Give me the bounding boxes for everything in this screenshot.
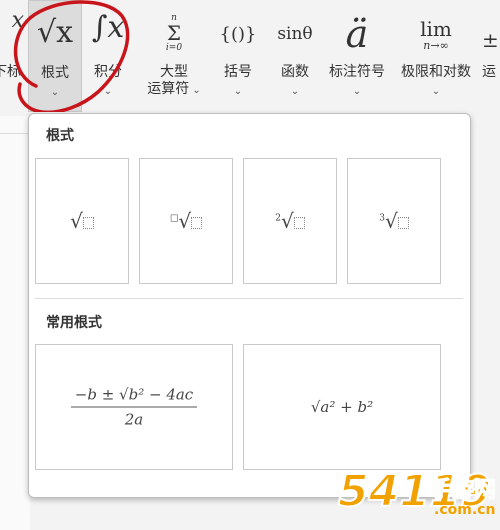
radical-icon: √x xyxy=(36,15,74,50)
ribbon-operator-button[interactable]: ± 运 xyxy=(482,0,500,112)
chevron-down-icon: ⌄ xyxy=(290,86,300,97)
divider xyxy=(0,133,30,134)
limit-icon: lim n→∞ xyxy=(394,18,478,70)
ribbon-accent-label: 标注符号 xyxy=(329,64,385,80)
square-root-degree-icon: 2√ xyxy=(244,209,336,233)
radical-gallery-panel: 根式 √ □√ 2√ 3√ 常用根式 −b ± √b² − 4ac 2a √a²… xyxy=(28,113,471,498)
summation-icon: n Σ i=0 xyxy=(140,14,208,66)
ribbon-integral-label: 积分 xyxy=(94,64,122,80)
tile-square-root[interactable]: √ xyxy=(35,158,129,284)
summation-sigma: Σ xyxy=(166,21,182,45)
ribbon-integral-button[interactable]: ∫x 积分 ⌄ xyxy=(84,0,132,112)
chevron-down-icon: ⌄ xyxy=(233,86,243,97)
ribbon-bracket-label: 括号 xyxy=(224,64,252,80)
square-root-icon: √ xyxy=(36,209,128,233)
tile-quadratic-formula[interactable]: −b ± √b² − 4ac 2a xyxy=(35,344,233,470)
formula-numerator: −b ± √b² − 4ac xyxy=(70,386,198,408)
ribbon-subscript-label: 下标 xyxy=(0,64,21,80)
quadratic-formula: −b ± √b² − 4ac 2a xyxy=(36,386,232,429)
watermark-domain: .com.cn xyxy=(434,502,496,518)
cube-root-icon: 3√ xyxy=(348,209,440,233)
pythagorean-formula: √a² + b² xyxy=(310,398,374,416)
limit-subscript: n→∞ xyxy=(423,39,449,52)
document-area xyxy=(0,116,30,530)
ribbon-limit-log-label: 极限和对数 xyxy=(401,64,471,80)
integral-icon: ∫x xyxy=(91,10,125,45)
tile-cube-root[interactable]: 3√ xyxy=(347,158,441,284)
ribbon-radical-label: 根式 xyxy=(41,65,69,81)
subscript-icon: x xyxy=(11,8,24,33)
chevron-down-icon: ⌄ xyxy=(50,87,60,98)
chevron-down-icon: ⌄ xyxy=(103,86,113,97)
large-operator-line2: 运算符 ⌄ xyxy=(147,81,201,97)
formula-denominator: 2a xyxy=(124,410,144,429)
tile-pythagorean-root[interactable]: √a² + b² xyxy=(243,344,441,470)
accent-icon: ä xyxy=(345,12,369,56)
summation-lower: i=0 xyxy=(165,43,183,53)
ribbon-accent-button[interactable]: ä 标注符号 ⌄ xyxy=(322,0,392,112)
ribbon-bracket-button[interactable]: {()} 括号 ⌄ xyxy=(212,0,264,112)
ribbon-function-button[interactable]: sinθ 函数 ⌄ xyxy=(268,0,322,112)
chevron-down-icon: ⌄ xyxy=(352,86,362,97)
tile-square-root-degree[interactable]: 2√ xyxy=(243,158,337,284)
ribbon-large-operator-button[interactable]: n Σ i=0 大型 运算符 ⌄ xyxy=(140,0,208,112)
chevron-down-icon: ⌄ xyxy=(431,86,441,97)
ribbon-function-label: 函数 xyxy=(281,64,309,80)
section-title-radicals: 根式 xyxy=(46,128,74,144)
ribbon-subscript-button[interactable]: x 下标 xyxy=(0,0,28,112)
watermark-chinese: 手游网 xyxy=(429,478,497,504)
limit-text: lim xyxy=(420,17,452,41)
section-divider xyxy=(35,298,463,299)
ribbon-limit-log-button[interactable]: lim n→∞ 极限和对数 ⌄ xyxy=(394,0,478,112)
site-watermark: 54119 手游网 .com.cn xyxy=(337,467,500,530)
section-title-common-radicals: 常用根式 xyxy=(46,315,102,331)
ribbon-radical-button[interactable]: √x 根式 ⌄ xyxy=(28,0,82,112)
large-operator-line1: 大型 xyxy=(160,64,188,80)
ribbon-operator-label: 运 xyxy=(482,64,496,80)
equation-ribbon: x 下标 √x 根式 ⌄ ∫x 积分 ⌄ n Σ i=0 大型 运算符 ⌄ {(… xyxy=(0,0,500,116)
nth-root-icon: □√ xyxy=(140,209,232,233)
tile-nth-root[interactable]: □√ xyxy=(139,158,233,284)
ribbon-large-operator-label: 大型 运算符 ⌄ xyxy=(140,64,208,99)
